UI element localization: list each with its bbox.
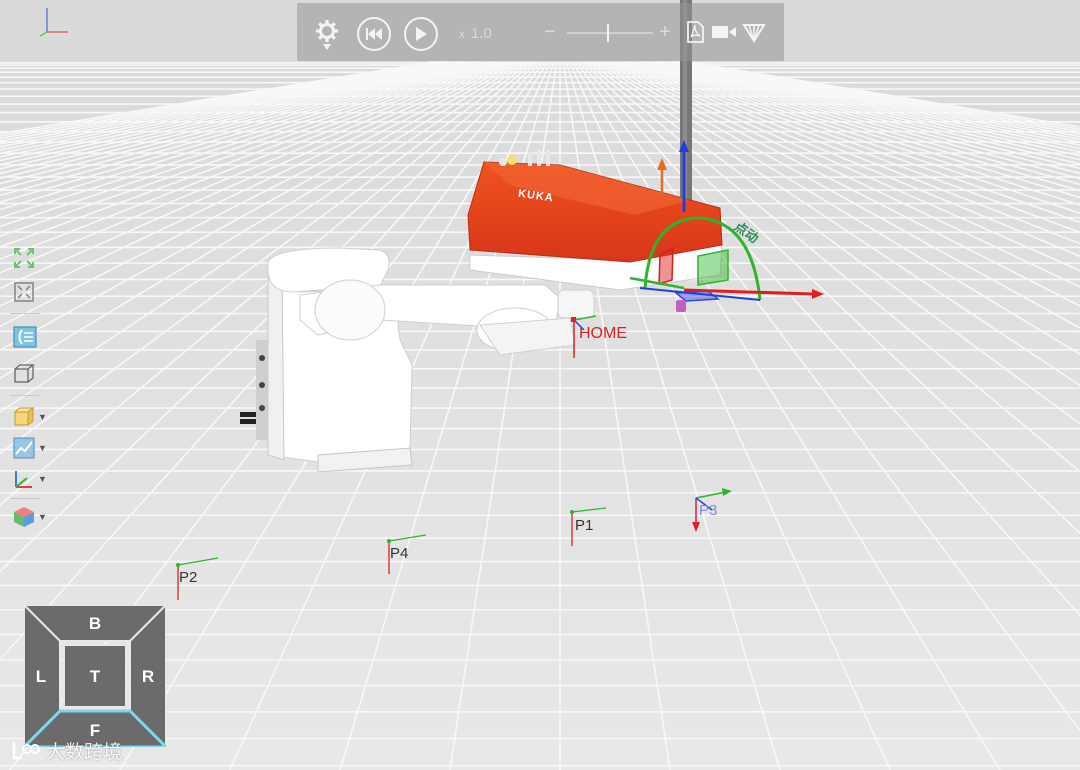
chart-tool-button[interactable]: ▼ <box>13 434 49 462</box>
pdf-icon <box>687 21 704 43</box>
caret-down-icon: ▼ <box>38 412 47 422</box>
caret-down-icon: ▼ <box>38 512 47 522</box>
watermark-logo-icon <box>12 741 40 759</box>
point-label-p1[interactable]: P1 <box>575 517 593 534</box>
compress-icon <box>14 282 34 302</box>
view-bottom-button[interactable]: B <box>83 614 107 634</box>
color-tool-button[interactable]: ▼ <box>13 503 49 531</box>
zoom-in-button[interactable]: + <box>659 21 671 44</box>
toolbar-divider <box>10 313 40 314</box>
watermark-text: 大数跨境 <box>46 742 123 763</box>
point-label-p2[interactable]: P2 <box>179 569 197 586</box>
speed-display: x 1.0 <box>459 25 492 42</box>
playback-toolbar: x 1.0 − + <box>297 3 784 61</box>
rewind-button[interactable] <box>357 17 391 51</box>
axes-icon <box>15 471 32 488</box>
camera-view-button[interactable] <box>13 323 49 351</box>
box-tool-button[interactable]: ▼ <box>13 403 49 431</box>
record-video-button[interactable] <box>710 22 738 42</box>
view-left-button[interactable]: L <box>29 667 53 687</box>
tools-button[interactable] <box>741 20 767 44</box>
play-button[interactable] <box>404 17 438 51</box>
expand-icon <box>14 248 34 268</box>
speed-slider-track[interactable] <box>567 32 653 34</box>
caret-down-icon: ▼ <box>38 443 47 453</box>
view-right-button[interactable]: R <box>136 667 160 687</box>
toolbar-divider <box>10 395 40 396</box>
view-top-button[interactable]: T <box>83 667 107 687</box>
antenna-icon <box>742 24 766 43</box>
axes-tool-button[interactable]: ▼ <box>13 465 49 493</box>
screen-split-icon <box>13 326 37 348</box>
shrink-view-button[interactable] <box>13 278 49 306</box>
box-icon <box>13 406 35 427</box>
fit-view-button[interactable] <box>13 244 49 272</box>
zoom-out-button[interactable]: − <box>544 21 556 44</box>
color-cube-icon <box>14 507 34 527</box>
caret-down-icon <box>323 44 331 50</box>
home-point-label[interactable]: HOME <box>579 325 627 343</box>
play-icon <box>416 27 427 41</box>
watermark: 大数跨境 <box>10 737 122 764</box>
toolbar-divider <box>10 498 40 499</box>
speed-value: 1.0 <box>471 25 492 42</box>
gear-icon <box>316 20 338 42</box>
chart-icon <box>13 437 35 459</box>
settings-button[interactable] <box>314 15 340 55</box>
view-cube: B L T R F <box>24 605 166 747</box>
wireframe-button[interactable] <box>13 360 49 388</box>
point-label-p3[interactable]: P3 <box>699 502 717 519</box>
video-camera-icon <box>712 26 736 38</box>
speed-slider-knob[interactable] <box>607 24 609 42</box>
speed-prefix: x <box>459 27 465 41</box>
rewind-icon <box>366 28 382 40</box>
point-label-p4[interactable]: P4 <box>390 545 408 562</box>
caret-down-icon: ▼ <box>38 474 47 484</box>
export-pdf-button[interactable] <box>684 20 706 44</box>
cube-outline-icon <box>14 364 35 383</box>
